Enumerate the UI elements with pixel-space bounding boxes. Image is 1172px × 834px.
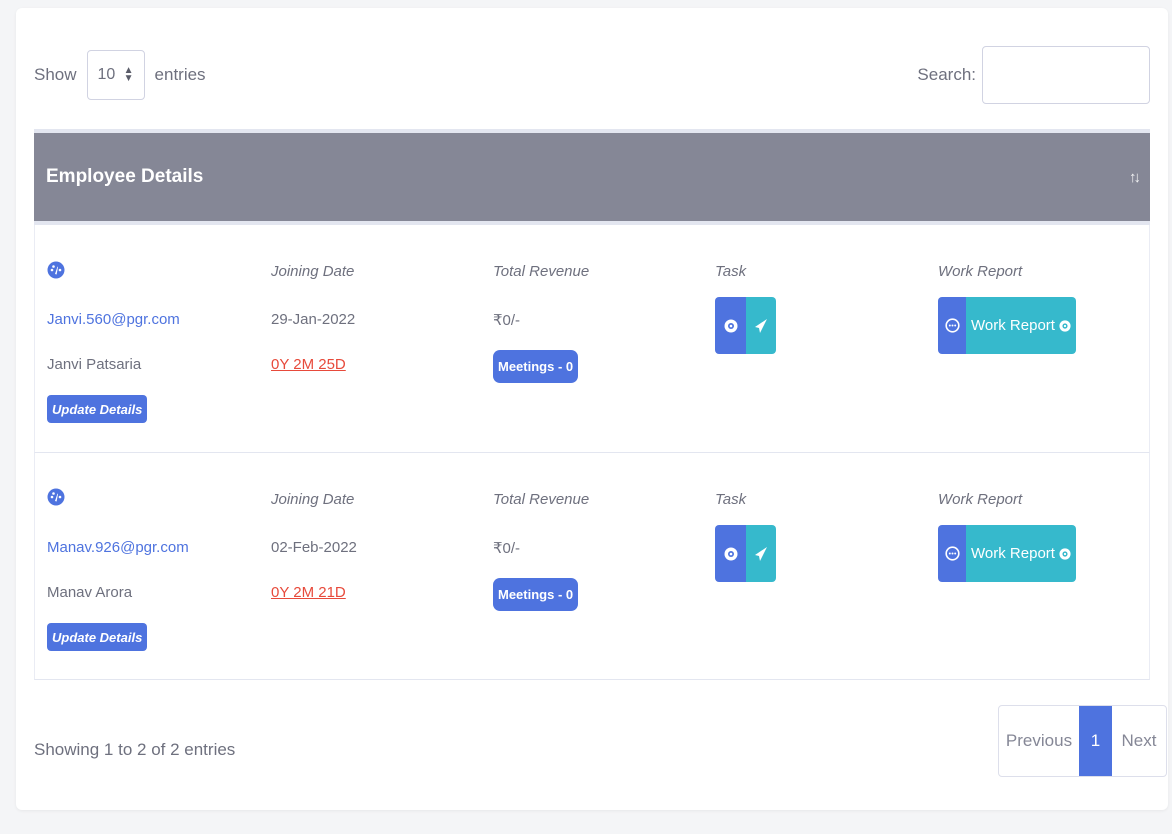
eye-icon xyxy=(724,319,737,332)
table-row: Janvi.560@pgr.com Janvi Patsaria Update … xyxy=(34,225,1150,453)
previous-page-button[interactable]: Previous xyxy=(999,706,1079,776)
work-report-label: Work Report xyxy=(938,263,1023,280)
employee-name: Janvi Patsaria xyxy=(47,356,142,373)
table-info: Showing 1 to 2 of 2 entries xyxy=(34,740,236,759)
total-revenue-label: Total Revenue xyxy=(493,263,590,280)
dashboard-gauge-icon xyxy=(47,261,65,279)
page-length-select[interactable]: 10 ▲ ▼ xyxy=(86,50,145,100)
total-revenue-value: ₹0/- xyxy=(493,540,521,557)
employee-name: Manav Arora xyxy=(47,584,133,601)
employee-email-link[interactable]: Janvi.560@pgr.com xyxy=(47,311,180,328)
page-1-button[interactable]: 1 xyxy=(1079,706,1112,776)
tenure-duration-link[interactable]: 0Y 2M 21D xyxy=(271,584,346,601)
show-label: Show xyxy=(34,65,77,84)
work-report-button-label: Work Report xyxy=(971,317,1055,334)
work-report-button[interactable]: Work Report xyxy=(966,297,1076,354)
work-report-button-group: Work Report xyxy=(938,525,1076,582)
view-task-button[interactable] xyxy=(715,297,746,354)
total-revenue-value: ₹0/- xyxy=(493,312,521,329)
entries-label: entries xyxy=(154,65,206,84)
meetings-badge[interactable]: Meetings - 0 xyxy=(493,350,579,383)
assign-task-button[interactable] xyxy=(746,525,776,582)
task-button-group xyxy=(715,297,776,354)
header-title: Employee Details xyxy=(46,166,204,187)
joining-date-label: Joining Date xyxy=(271,491,355,508)
update-details-button[interactable]: Update Details xyxy=(47,623,148,651)
page-length-value: 10 xyxy=(97,66,116,83)
work-report-button-label: Work Report xyxy=(971,545,1055,562)
total-revenue-label: Total Revenue xyxy=(493,491,590,508)
pagination: Previous 1 Next xyxy=(998,705,1167,777)
next-page-button[interactable]: Next xyxy=(1112,706,1166,776)
employee-table-card: Show 10 ▲ ▼ entries Search: Employee Deta… xyxy=(16,8,1168,810)
eye-icon xyxy=(724,547,737,560)
comment-dots-icon xyxy=(944,546,960,561)
comment-dots-icon xyxy=(944,318,960,333)
page-length-control: Show 10 ▲ ▼ entries xyxy=(34,45,206,105)
comment-button[interactable] xyxy=(938,297,966,354)
eye-icon xyxy=(1059,547,1071,560)
paper-plane-icon xyxy=(755,318,767,333)
table-header[interactable]: Employee Details ↑↓ xyxy=(34,129,1150,225)
paper-plane-icon xyxy=(755,546,767,561)
work-report-button[interactable]: Work Report xyxy=(966,525,1076,582)
search-control: Search: xyxy=(917,45,1150,105)
comment-button[interactable] xyxy=(938,525,966,582)
dashboard-gauge-icon xyxy=(47,488,65,506)
joining-date-value: 02-Feb-2022 xyxy=(271,539,357,556)
work-report-label: Work Report xyxy=(938,491,1023,508)
work-report-button-group: Work Report xyxy=(938,297,1076,354)
joining-date-value: 29-Jan-2022 xyxy=(271,311,356,328)
employee-table: Employee Details ↑↓ Janvi.560@pgr.com Ja… xyxy=(34,129,1150,680)
search-label: Search: xyxy=(917,65,976,84)
task-button-group xyxy=(715,525,776,582)
select-arrows-icon: ▲ ▼ xyxy=(123,65,134,84)
meetings-badge[interactable]: Meetings - 0 xyxy=(493,578,579,611)
eye-icon xyxy=(1059,319,1071,332)
update-details-button[interactable]: Update Details xyxy=(47,395,148,423)
task-label: Task xyxy=(715,491,747,508)
sort-arrows-icon[interactable]: ↑↓ xyxy=(1129,169,1141,186)
employee-email-link[interactable]: Manav.926@pgr.com xyxy=(47,539,189,556)
tenure-duration-link[interactable]: 0Y 2M 25D xyxy=(271,356,346,373)
joining-date-label: Joining Date xyxy=(271,263,355,280)
view-task-button[interactable] xyxy=(715,525,746,582)
search-input[interactable] xyxy=(982,46,1150,104)
assign-task-button[interactable] xyxy=(746,297,776,354)
table-controls: Show 10 ▲ ▼ entries Search: xyxy=(34,45,1150,105)
table-row: Manav.926@pgr.com Manav Arora Update Det… xyxy=(34,453,1150,680)
task-label: Task xyxy=(715,263,747,280)
